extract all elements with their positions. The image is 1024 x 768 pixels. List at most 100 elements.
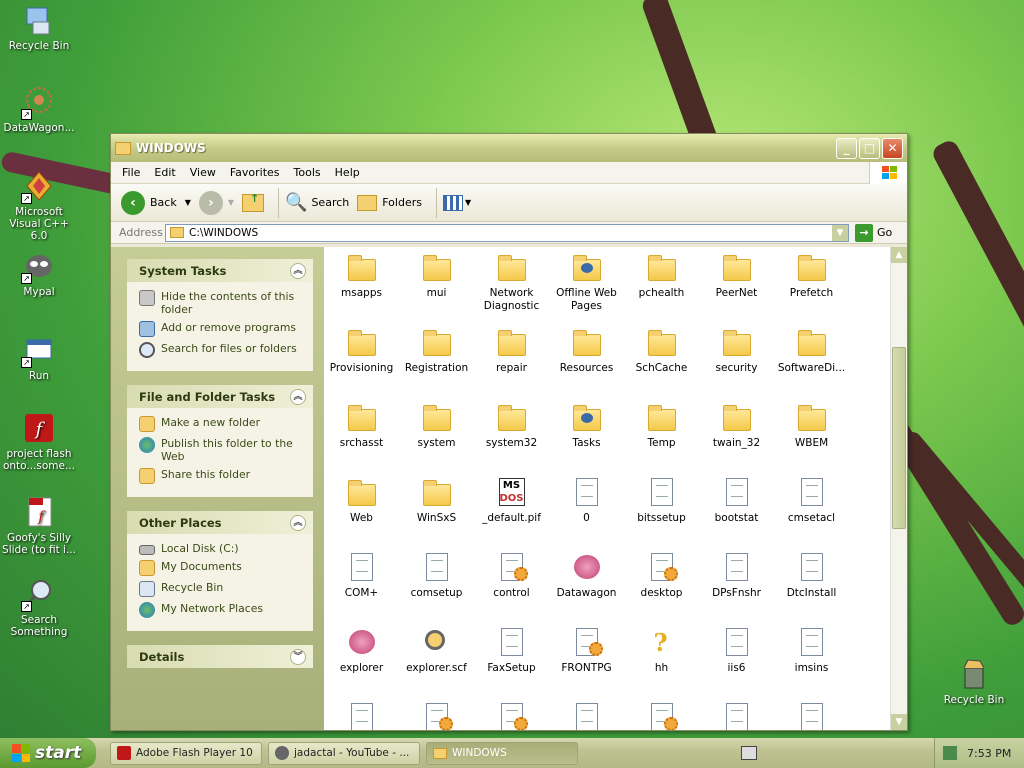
file-item[interactable]: cmsetacl — [774, 472, 849, 547]
file-item[interactable] — [774, 697, 849, 730]
file-item[interactable]: Prefetch — [774, 247, 849, 322]
search-button[interactable]: 🔍 Search — [285, 192, 349, 213]
file-item[interactable] — [399, 697, 474, 730]
file-item[interactable]: Network Diagnostic — [474, 247, 549, 322]
address-input[interactable]: C:\WINDOWS ▼ — [165, 223, 849, 242]
file-item[interactable]: pchealth — [624, 247, 699, 322]
file-folder-tasks-header[interactable]: File and Folder Tasks ︽ — [127, 385, 313, 408]
file-item[interactable]: PeerNet — [699, 247, 774, 322]
file-item[interactable]: Offline Web Pages — [549, 247, 624, 322]
file-item[interactable]: Web — [324, 472, 399, 547]
task-hide-contents[interactable]: Hide the contents of this folder — [139, 290, 305, 316]
up-folder-button[interactable]: ↑ — [242, 192, 265, 212]
start-button[interactable]: start — [0, 738, 96, 768]
file-item[interactable]: MS DOS _default.pif — [474, 472, 549, 547]
file-item[interactable]: SchCache — [624, 322, 699, 397]
desktop-icon-recycle-bin-full[interactable]: Recycle Bin — [935, 658, 1013, 706]
collapse-icon[interactable]: ︽ — [290, 262, 306, 279]
menu-tools[interactable]: Tools — [287, 166, 328, 179]
desktop-icon-visual-cpp[interactable]: ↗ Microsoft Visual C++ 6.0 — [0, 170, 78, 242]
file-item[interactable]: Resources — [549, 322, 624, 397]
place-my-network-places[interactable]: My Network Places — [139, 602, 305, 618]
file-item[interactable]: 0 — [549, 472, 624, 547]
desktop-icon-datawagon[interactable]: ↗ DataWagon... — [0, 86, 78, 134]
menu-view[interactable]: View — [183, 166, 223, 179]
file-item[interactable]: desktop — [624, 547, 699, 622]
scroll-thumb[interactable] — [892, 347, 906, 529]
desktop-icon-project-flash[interactable]: f project flash onto...some... — [0, 412, 78, 472]
task-new-folder[interactable]: Make a new folder — [139, 416, 305, 432]
chevron-down-icon[interactable]: ▼ — [185, 198, 191, 207]
file-item[interactable]: Datawagon — [549, 547, 624, 622]
file-item[interactable]: control — [474, 547, 549, 622]
desktop-icon-recycle-bin[interactable]: Recycle Bin — [0, 4, 78, 52]
taskbar-button-flash-player[interactable]: Adobe Flash Player 10 — [110, 741, 262, 765]
menu-file[interactable]: File — [115, 166, 147, 179]
file-item[interactable]: ? hh — [624, 622, 699, 697]
desktop-icon-mypal[interactable]: ↗ Mypal — [0, 250, 78, 298]
file-item[interactable]: explorer — [324, 622, 399, 697]
views-button[interactable]: ▼ — [442, 194, 471, 211]
file-item[interactable] — [324, 697, 399, 730]
file-item[interactable]: bitssetup — [624, 472, 699, 547]
place-my-documents[interactable]: My Documents — [139, 560, 305, 576]
file-item[interactable]: msapps — [324, 247, 399, 322]
menu-edit[interactable]: Edit — [147, 166, 182, 179]
task-search-files[interactable]: Search for files or folders — [139, 342, 305, 358]
collapse-icon[interactable]: ︽ — [290, 388, 306, 405]
file-item[interactable]: COM+ — [324, 547, 399, 622]
file-item[interactable] — [624, 697, 699, 730]
maximize-button[interactable]: □ — [859, 137, 880, 159]
clock[interactable]: 7:53 PM — [967, 747, 1011, 760]
file-item[interactable]: mui — [399, 247, 474, 322]
desktop-icon-goofy-slide[interactable]: f Goofy's Silly Slide (to fit i... — [0, 496, 78, 556]
file-item[interactable]: WinSxS — [399, 472, 474, 547]
network-icon[interactable] — [943, 746, 957, 760]
address-dropdown-icon[interactable]: ▼ — [832, 224, 848, 241]
file-item[interactable]: SoftwareDi... — [774, 322, 849, 397]
taskbar-button-windows-folder[interactable]: WINDOWS — [426, 741, 578, 765]
scroll-down-icon[interactable]: ▼ — [891, 714, 907, 730]
file-item[interactable] — [474, 697, 549, 730]
task-publish-web[interactable]: Publish this folder to the Web — [139, 437, 305, 463]
expand-icon[interactable]: ︾ — [290, 648, 306, 665]
minimize-button[interactable]: _ — [836, 137, 857, 159]
file-item[interactable]: bootstat — [699, 472, 774, 547]
file-item[interactable]: imsins — [774, 622, 849, 697]
file-item[interactable]: twain_32 — [699, 397, 774, 472]
file-item[interactable]: Tasks — [549, 397, 624, 472]
file-item[interactable]: FaxSetup — [474, 622, 549, 697]
file-item[interactable]: Registration — [399, 322, 474, 397]
scroll-up-icon[interactable]: ▲ — [891, 247, 907, 263]
file-item[interactable]: repair — [474, 322, 549, 397]
keyboard-icon[interactable] — [741, 746, 757, 760]
folders-button[interactable]: Folders — [357, 194, 422, 211]
file-item[interactable]: explorer.scf — [399, 622, 474, 697]
place-local-disk[interactable]: Local Disk (C:) — [139, 542, 305, 555]
file-item[interactable]: system32 — [474, 397, 549, 472]
desktop-icon-search-something[interactable]: ↗ Search Something — [0, 578, 78, 638]
close-button[interactable]: ✕ — [882, 137, 903, 159]
file-item[interactable]: comsetup — [399, 547, 474, 622]
file-item[interactable]: iis6 — [699, 622, 774, 697]
desktop-icon-run[interactable]: ↗ Run — [0, 334, 78, 382]
file-item[interactable]: srchasst — [324, 397, 399, 472]
menu-help[interactable]: Help — [328, 166, 367, 179]
go-button[interactable]: → Go — [855, 223, 892, 242]
file-item[interactable] — [699, 697, 774, 730]
file-item[interactable]: DPsFnshr — [699, 547, 774, 622]
taskbar-button-youtube[interactable]: jadactal - YouTube - ... — [268, 741, 420, 765]
system-tasks-header[interactable]: System Tasks ︽ — [127, 259, 313, 282]
collapse-icon[interactable]: ︽ — [290, 514, 306, 531]
forward-button[interactable]: › ▼ — [198, 190, 234, 215]
title-bar[interactable]: WINDOWS _ □ ✕ — [111, 134, 907, 162]
vertical-scrollbar[interactable]: ▲ ▼ — [890, 247, 907, 730]
file-item[interactable]: WBEM — [774, 397, 849, 472]
file-item[interactable]: Temp — [624, 397, 699, 472]
file-item[interactable] — [549, 697, 624, 730]
task-share-folder[interactable]: Share this folder — [139, 468, 305, 484]
place-recycle-bin[interactable]: Recycle Bin — [139, 581, 305, 597]
file-item[interactable]: FRONTPG — [549, 622, 624, 697]
menu-favorites[interactable]: Favorites — [223, 166, 287, 179]
file-item[interactable]: DtcInstall — [774, 547, 849, 622]
